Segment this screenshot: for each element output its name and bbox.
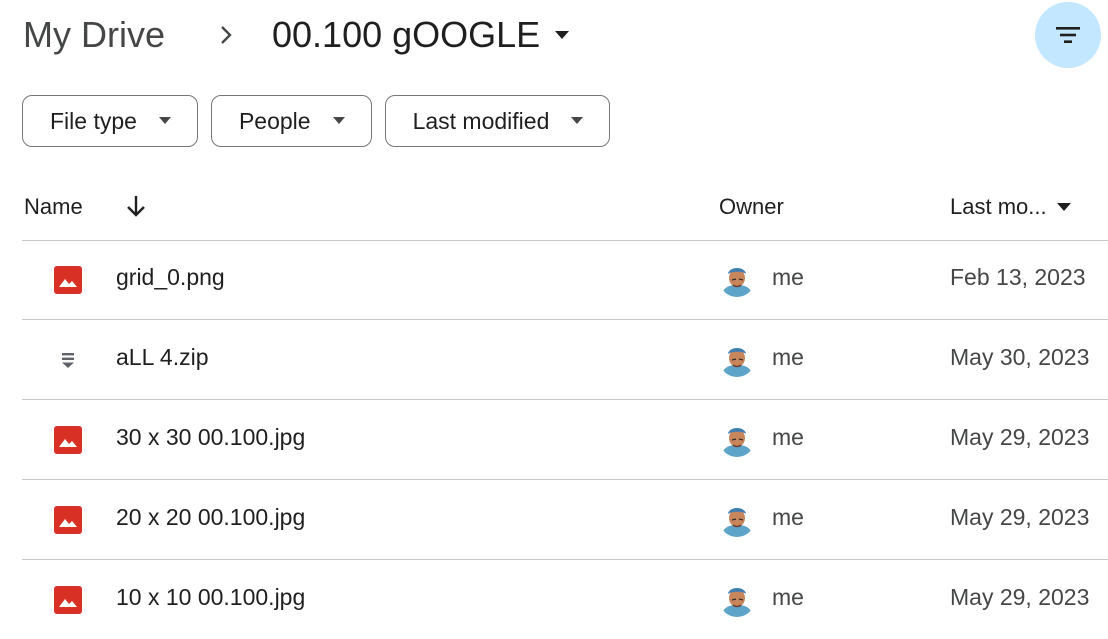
column-header-last-modified[interactable]: Last mo... (950, 194, 1071, 220)
table-row[interactable]: 30 x 30 00.100.jpg me May 29, 2023 (22, 400, 1108, 480)
last-modified-chip[interactable]: Last modified (384, 95, 611, 147)
last-modified-date: May 30, 2023 (950, 344, 1090, 370)
column-header-owner: Owner (719, 194, 784, 219)
last-modified-date: May 29, 2023 (950, 504, 1090, 530)
last-modified-date: May 29, 2023 (950, 424, 1090, 450)
file-name: 30 x 30 00.100.jpg (116, 424, 306, 450)
header: My Drive 00.100 gOOGLE (0, 0, 1108, 80)
sort-arrow-down-icon[interactable] (123, 193, 149, 219)
avatar (719, 341, 755, 377)
table-row[interactable]: 10 x 10 00.100.jpg me May 29, 2023 (22, 560, 1108, 639)
avatar (719, 421, 755, 457)
breadcrumb-current-folder[interactable]: 00.100 gOOGLE (272, 14, 570, 56)
chip-label: Last modified (412, 107, 550, 134)
owner-name: me (772, 344, 804, 370)
breadcrumb-my-drive[interactable]: My Drive (23, 14, 165, 56)
last-modified-date: May 29, 2023 (950, 584, 1090, 610)
last-modified-date: Feb 13, 2023 (950, 264, 1086, 290)
file-type-chip[interactable]: File type (22, 95, 198, 147)
file-name: grid_0.png (116, 264, 225, 290)
file-name: aLL 4.zip (116, 344, 209, 370)
caret-down-icon (555, 31, 570, 39)
table-row[interactable]: aLL 4.zip me May 30, 2023 (22, 320, 1108, 400)
zip-file-icon (54, 346, 82, 374)
image-file-icon (54, 586, 82, 614)
table-row[interactable]: grid_0.png me Feb 13, 2023 (22, 240, 1108, 320)
avatar (719, 501, 755, 537)
current-folder-label: 00.100 gOOGLE (272, 14, 541, 55)
owner-name: me (772, 424, 804, 450)
caret-down-icon (158, 117, 171, 124)
file-name: 20 x 20 00.100.jpg (116, 504, 306, 530)
image-file-icon (54, 426, 82, 454)
chevron-right-icon (221, 26, 232, 44)
file-name: 10 x 10 00.100.jpg (116, 584, 306, 610)
caret-down-icon (571, 117, 584, 124)
owner-name: me (772, 264, 804, 290)
filter-button[interactable] (1035, 2, 1101, 68)
owner-name: me (772, 504, 804, 530)
image-file-icon (54, 266, 82, 294)
chip-label: File type (50, 107, 137, 134)
column-header-name[interactable]: Name (24, 194, 83, 220)
table-header: Name Owner Last mo... (22, 182, 1108, 241)
caret-down-icon (1056, 203, 1071, 211)
avatar (719, 261, 755, 297)
caret-down-icon (332, 117, 345, 124)
filter-chips: File type People Last modified (22, 95, 611, 147)
chip-label: People (238, 107, 311, 134)
avatar (719, 581, 755, 617)
table-row[interactable]: 20 x 20 00.100.jpg me May 29, 2023 (22, 480, 1108, 560)
people-chip[interactable]: People (210, 95, 372, 147)
image-file-icon (54, 506, 82, 534)
filter-list-icon (1056, 27, 1080, 43)
file-list: grid_0.png me Feb 13, 2023 aLL 4.zip me May… (22, 240, 1108, 639)
last-modified-label: Last mo... (950, 194, 1047, 219)
owner-name: me (772, 584, 804, 610)
